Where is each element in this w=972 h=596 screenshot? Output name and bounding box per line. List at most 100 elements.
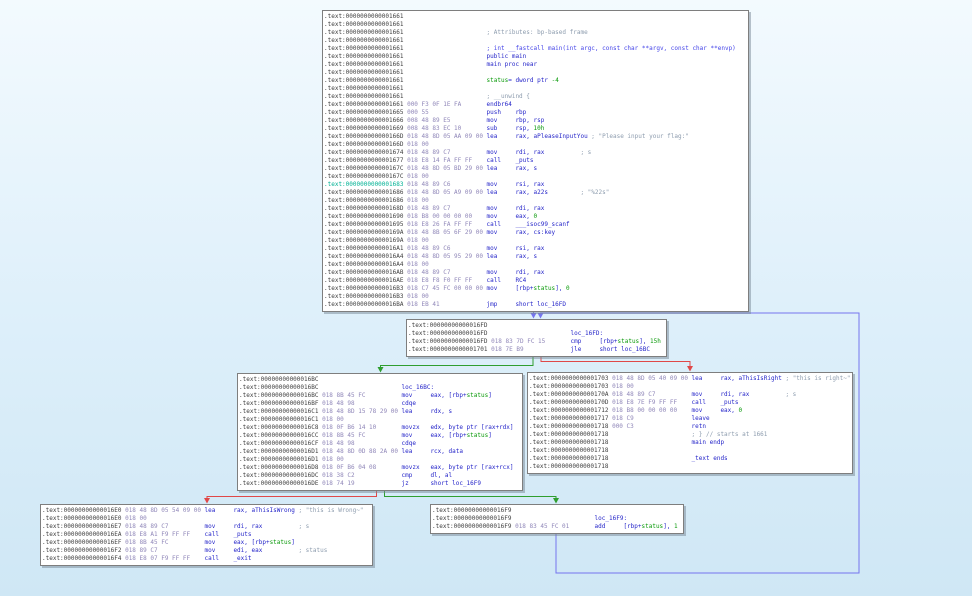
asm-line[interactable]: .text:00000000000016F9 [432,507,682,515]
asm-line[interactable]: .text:00000000000016E7018 48 89 C7movrdi… [42,523,371,531]
asm-line[interactable]: .text:0000000000001718; } // starts at 1… [529,431,851,439]
asm-line[interactable]: .text:0000000000001718 [529,463,851,471]
operands: short loc_16FD [515,301,576,309]
asm-line[interactable]: .text:0000000000001669008 48 83 EC 10sub… [324,125,747,133]
asm-line[interactable]: .text:00000000000016A1018 48 89 C6movrsi… [324,245,747,253]
asm-line[interactable]: .text:0000000000001718000 C3retn [529,423,851,431]
asm-line[interactable]: .text:00000000000016A4018 00 [324,261,747,269]
asm-line[interactable]: .text:0000000000001661status= dword ptr … [324,77,747,85]
asm-line[interactable]: .text:00000000000016DC018 38 C2cmpdl, al [239,472,521,480]
asm-line[interactable]: .text:0000000000001661main proc near [324,61,747,69]
asm-line[interactable]: .text:0000000000001661 [324,85,747,93]
asm-line[interactable]: .text:000000000000169A018 00 [324,237,747,245]
asm-line[interactable]: .text:00000000000016F9loc_16F9: [432,515,682,523]
asm-line[interactable]: .text:00000000000016AE018 E8 F8 F0 FF FF… [324,277,747,285]
asm-line[interactable]: .text:00000000000016CC018 8B 45 FCmoveax… [239,432,521,440]
asm-line[interactable]: .text:00000000000016FDloc_16FD: [408,330,665,338]
node-main-entry[interactable]: .text:0000000000001661.text:000000000000… [322,10,749,312]
asm-line[interactable]: .text:0000000000001703018 00 [529,383,851,391]
asm-line[interactable]: .text:0000000000001666008 48 89 E5movrbp… [324,117,747,125]
asm-line[interactable]: .text:000000000000167C018 00 [324,173,747,181]
asm-line[interactable]: .text:00000000000016C8018 0F B6 14 10mov… [239,424,521,432]
asm-line[interactable]: .text:0000000000001718main endp [529,439,851,447]
asm-line[interactable]: .text:000000000000168D018 48 89 C7movrdi… [324,205,747,213]
operands: rax, a22s [515,189,576,197]
asm-line[interactable]: .text:00000000000016F2018 89 C7movedi, e… [42,547,371,555]
node-loop-body-compare[interactable]: .text:00000000000016BC.text:000000000000… [237,373,523,491]
asm-line[interactable]: .text:00000000000016EF018 8B 45 FCmoveax… [42,539,371,547]
address: .text:0000000000001690 [324,213,407,221]
asm-line[interactable]: .text:0000000000001661; Attributes: bp-b… [324,29,747,37]
asm-line[interactable]: .text:00000000000016FD [408,322,665,330]
node-success-exit[interactable]: .text:0000000000001703018 48 8D 05 40 09… [527,372,853,474]
asm-line[interactable]: .text:0000000000001661 [324,69,747,77]
asm-line[interactable]: .text:00000000000016C1018 00 [239,416,521,424]
address: .text:00000000000016D1 [239,448,322,456]
address: .text:000000000000166D [324,141,407,149]
operands: rax, aThisIsWrong [233,507,294,515]
asm-line[interactable]: .text:00000000000016D8018 0F B6 04 08mov… [239,464,521,472]
asm-line[interactable]: .text:000000000000166D018 00 [324,141,747,149]
asm-line[interactable]: .text:00000000000016E0018 48 8D 05 54 09… [42,507,371,515]
asm-line[interactable]: .text:0000000000001686018 48 8D 05 A9 09… [324,189,747,197]
asm-line[interactable]: .text:00000000000016E0018 00 [42,515,371,523]
asm-line[interactable]: .text:00000000000016C1018 48 8D 15 78 29… [239,408,521,416]
asm-line[interactable]: .text:0000000000001665000 55pushrbp [324,109,747,117]
asm-line[interactable]: .text:0000000000001661; int __fastcall m… [324,45,747,53]
asm-line[interactable]: .text:0000000000001661; __unwind { [324,93,747,101]
asm-line[interactable]: .text:000000000000166D018 48 8D 05 AA 09… [324,133,747,141]
asm-line[interactable]: .text:0000000000001661public main [324,53,747,61]
node-failure-exit[interactable]: .text:00000000000016E0018 48 8D 05 54 09… [40,504,373,566]
node-loop-condition[interactable]: .text:00000000000016FD.text:000000000000… [406,319,667,357]
asm-line[interactable]: .text:00000000000016F9018 83 45 FC 01add… [432,523,682,531]
asm-line[interactable]: .text:000000000000169A018 48 8B 05 6F 29… [324,229,747,237]
asm-line[interactable]: .text:0000000000001690018 B8 00 00 00 00… [324,213,747,221]
asm-line[interactable]: .text:0000000000001674018 48 89 C7movrdi… [324,149,747,157]
node-loop-increment[interactable]: .text:00000000000016F9.text:000000000000… [430,504,684,534]
address: .text:000000000000169A [324,237,407,245]
asm-line[interactable]: .text:0000000000001712018 B8 00 00 00 00… [529,407,851,415]
asm-line[interactable]: .text:0000000000001661 [324,37,747,45]
asm-line[interactable]: .text:0000000000001703018 48 8D 05 40 09… [529,375,851,383]
asm-line[interactable]: .text:00000000000016BA018 EB 41jmpshort … [324,301,747,309]
asm-line[interactable]: .text:00000000000016D1018 48 8D 0D 88 2A… [239,448,521,456]
asm-line[interactable]: .text:000000000000170D018 E8 7E F9 FF FF… [529,399,851,407]
asm-line[interactable]: .text:0000000000001661 [324,13,747,21]
asm-line[interactable]: .text:0000000000001717018 C9leave [529,415,851,423]
asm-line[interactable]: .text:0000000000001677018 E8 14 FA FF FF… [324,157,747,165]
address: .text:000000000000166D [324,133,407,141]
mnemonic: mov [402,432,431,440]
asm-line[interactable]: .text:00000000000016EA018 E8 A1 F9 FF FF… [42,531,371,539]
asm-line[interactable]: .text:0000000000001718_text ends [529,455,851,463]
asm-line[interactable]: .text:0000000000001701018 7E B9jleshort … [408,346,665,354]
asm-line[interactable]: .text:00000000000016BF018 48 98cdqe [239,400,521,408]
operands: [rbp+status], 1 [623,523,682,531]
asm-line[interactable]: .text:0000000000001661 [324,21,747,29]
asm-line[interactable]: .text:00000000000016FD018 83 7D FC 15cmp… [408,338,665,346]
opcode-bytes: 018 48 98 [322,400,401,408]
asm-line[interactable]: .text:00000000000016BCloc_16BC: [239,384,521,392]
opcode-bytes: 018 8B 45 FC [322,392,401,400]
asm-line[interactable]: .text:00000000000016CF018 48 98cdqe [239,440,521,448]
graph-view[interactable]: .text:0000000000001661.text:000000000000… [0,0,972,596]
asm-line[interactable]: .text:00000000000016D1018 00 [239,456,521,464]
mnemonic: mov [205,547,234,555]
asm-line[interactable]: .text:00000000000016A4018 48 8D 05 95 29… [324,253,747,261]
asm-line[interactable]: .text:0000000000001718 [529,447,851,455]
asm-line[interactable]: .text:00000000000016BC [239,376,521,384]
asm-line[interactable]: .text:00000000000016DE018 74 19jzshort l… [239,480,521,488]
asm-line[interactable]: .text:000000000000170A018 48 89 C7movrdi… [529,391,851,399]
asm-line[interactable]: .text:0000000000001686018 00 [324,197,747,205]
asm-line[interactable]: .text:00000000000016B3018 C7 45 FC 00 00… [324,285,747,293]
address: .text:0000000000001703 [529,383,612,391]
asm-line[interactable]: .text:00000000000016F4018 E8 07 F9 FF FF… [42,555,371,563]
mnemonic: mov [487,245,516,253]
asm-line[interactable]: .text:0000000000001695018 E8 26 FA FF FF… [324,221,747,229]
asm-line[interactable]: .text:00000000000016BC018 8B 45 FCmoveax… [239,392,521,400]
asm-line[interactable]: .text:0000000000001683018 48 89 C6movrsi… [324,181,747,189]
asm-line[interactable]: .text:00000000000016B3018 00 [324,293,747,301]
asm-line[interactable]: .text:0000000000001661000 F3 0F 1E FAend… [324,101,747,109]
mnemonic: call [692,399,721,407]
asm-line[interactable]: .text:00000000000016AB018 48 89 C7movrdi… [324,269,747,277]
asm-line[interactable]: .text:000000000000167C018 48 8D 05 BD 29… [324,165,747,173]
